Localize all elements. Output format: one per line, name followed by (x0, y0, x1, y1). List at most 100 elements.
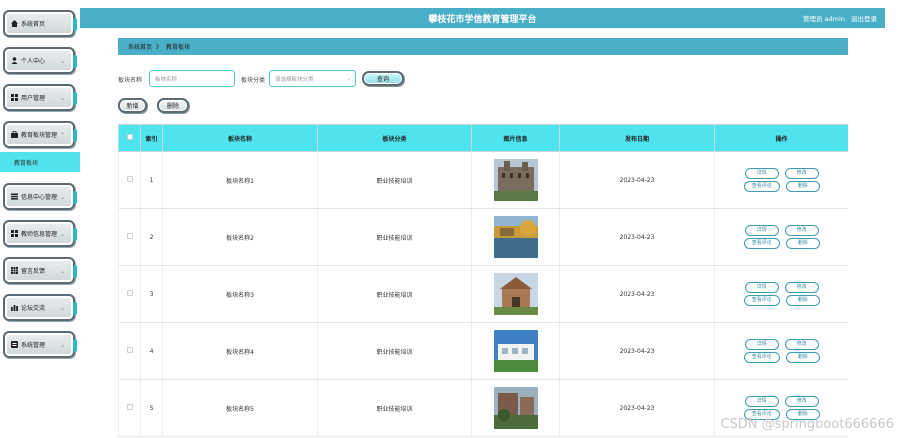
row-date: 2023-04-23 (559, 151, 715, 209)
name-search-placeholder: 板块名称 (155, 76, 178, 83)
top-header: 攀枝花市学信教育管理平台 管理员 admin 退出登录 (80, 8, 885, 28)
sidebar-item-user-management[interactable]: 用户管理 ⌄ (3, 84, 77, 111)
row-name: 板块名称4 (162, 322, 318, 380)
detail-button[interactable]: 详情 (744, 225, 779, 236)
name-search-label: 板块名称 (118, 77, 143, 84)
sidebar-item-system[interactable]: 系统管理 ⌄ (3, 331, 77, 358)
row-image-cell (471, 151, 560, 209)
table-row: 3 板块名称3 职业技能培训 2023-04-23 详情 修改 查看评论 删除 (118, 265, 848, 323)
row-checkbox[interactable] (126, 347, 133, 353)
row-actions: 详情 修改 查看评论 删除 (714, 322, 848, 380)
logout-link[interactable]: 退出登录 (851, 15, 877, 23)
edit-button[interactable]: 修改 (784, 396, 819, 407)
select-all-checkbox[interactable] (126, 134, 133, 140)
row-actions: 详情 修改 查看评论 删除 (714, 151, 848, 209)
chevron-down-icon: ⌄ (59, 95, 65, 102)
sidebar-subitem-education-board[interactable]: 教育板块 (0, 152, 80, 172)
sidebar-item-label: 用户管理 (21, 95, 46, 102)
sidebar-item-label: 系统首页 (21, 21, 46, 28)
add-button[interactable]: 新增 (118, 98, 147, 113)
row-actions: 详情 修改 查看评论 删除 (714, 265, 848, 323)
edit-button[interactable]: 修改 (784, 282, 819, 293)
view-comments-button[interactable]: 查看评论 (743, 352, 780, 363)
sidebar-item-personal-center[interactable]: 个人中心 ⌄ (3, 47, 77, 74)
sidebar-item-label: 个人中心 (21, 58, 46, 65)
delete-button[interactable]: 删除 (157, 98, 189, 113)
sidebar-item-teacher-info[interactable]: 教师信息管理 ⌄ (3, 220, 77, 247)
row-checkbox[interactable] (126, 290, 133, 296)
row-image-cell (471, 208, 560, 266)
detail-button[interactable]: 详情 (744, 339, 779, 350)
sidebar-item-label: 教育板块管理 (21, 132, 58, 139)
column-header: 操作 (714, 124, 848, 152)
settings-icon (11, 341, 18, 348)
grid-icon (11, 267, 18, 274)
row-delete-button[interactable]: 删除 (785, 352, 820, 363)
edit-button[interactable]: 修改 (784, 339, 819, 350)
row-index: 3 (140, 265, 163, 323)
table-row: 2 板块名称2 职业技能培训 2023-04-23 详情 修改 查看评论 删除 (118, 208, 848, 266)
row-select-cell[interactable] (118, 151, 141, 209)
view-comments-button[interactable]: 查看评论 (743, 181, 780, 192)
column-header[interactable]: 板块名称 (162, 124, 318, 152)
row-select-cell[interactable] (118, 379, 141, 437)
breadcrumb-separator: 》 (156, 44, 163, 51)
chevron-down-icon: ⌄ (59, 342, 65, 349)
briefcase-icon (11, 131, 18, 138)
row-image (493, 159, 538, 201)
category-select[interactable]: 请选择板块分类 ⌄ (269, 70, 356, 87)
chevron-down-icon: ⌄ (59, 231, 65, 238)
grid-icon (11, 94, 18, 101)
user-role: 管理员 admin (802, 15, 845, 23)
row-name: 板块名称3 (162, 265, 318, 323)
sidebar-item-info-center[interactable]: 信息中心管理 ⌄ (3, 183, 77, 210)
edit-button[interactable]: 修改 (784, 168, 819, 179)
home-icon (11, 20, 18, 27)
category-search-label: 板块分类 (241, 77, 266, 84)
sidebar-item-forum[interactable]: 论坛交流 ⌄ (3, 294, 77, 321)
sidebar-item-label: 系统管理 (21, 342, 46, 349)
row-category: 职业技能培训 (317, 208, 472, 266)
row-checkbox[interactable] (126, 176, 133, 182)
sidebar-item-home[interactable]: 系统首页 (3, 10, 77, 37)
row-actions: 详情 修改 查看评论 删除 (714, 208, 848, 266)
row-image (493, 330, 538, 372)
name-search-input[interactable]: 板块名称 (149, 70, 235, 87)
row-checkbox[interactable] (126, 404, 133, 410)
row-image-cell (471, 322, 560, 380)
column-header[interactable]: 发布日期 (559, 124, 715, 152)
user-icon (11, 57, 18, 64)
column-header: 图片信息 (471, 124, 560, 152)
view-comments-button[interactable]: 查看评论 (743, 238, 780, 249)
chevron-down-icon: ⌄ (59, 58, 65, 65)
row-image-cell (471, 265, 560, 323)
search-button[interactable]: 查询 (362, 71, 404, 86)
row-delete-button[interactable]: 删除 (785, 238, 820, 249)
detail-button[interactable]: 详情 (744, 168, 779, 179)
select-all-header[interactable] (118, 124, 141, 152)
view-comments-button[interactable]: 查看评论 (743, 295, 780, 306)
chevron-down-icon: ⌄ (59, 194, 65, 201)
sidebar-item-label: 论坛交流 (21, 305, 46, 312)
row-index: 5 (140, 379, 163, 437)
edit-button[interactable]: 修改 (784, 225, 819, 236)
detail-button[interactable]: 详情 (744, 282, 779, 293)
column-header[interactable]: 板块分类 (317, 124, 472, 152)
detail-button[interactable]: 详情 (744, 396, 779, 407)
sidebar: 系统首页 个人中心 ⌄ 用户管理 ⌄ 教育板块管理 ⌃ 教育板块 信息中心管理 … (0, 0, 80, 438)
chevron-down-icon: ⌄ (59, 305, 65, 312)
breadcrumb-home[interactable]: 系统首页 (128, 42, 152, 51)
row-delete-button[interactable]: 删除 (785, 295, 820, 306)
row-date: 2023-04-23 (559, 265, 715, 323)
row-select-cell[interactable] (118, 208, 141, 266)
row-delete-button[interactable]: 删除 (785, 181, 820, 192)
row-date: 2023-04-23 (559, 379, 715, 437)
breadcrumb: 系统首页 》 教育板块 (118, 38, 848, 55)
row-category: 职业技能培训 (317, 151, 472, 209)
sidebar-item-feedback[interactable]: 留言反馈 ⌄ (3, 257, 77, 284)
sidebar-item-education-board[interactable]: 教育板块管理 ⌃ (3, 121, 77, 148)
row-select-cell[interactable] (118, 265, 141, 323)
row-checkbox[interactable] (126, 233, 133, 239)
row-select-cell[interactable] (118, 322, 141, 380)
chevron-down-icon: ⌄ (346, 76, 351, 82)
